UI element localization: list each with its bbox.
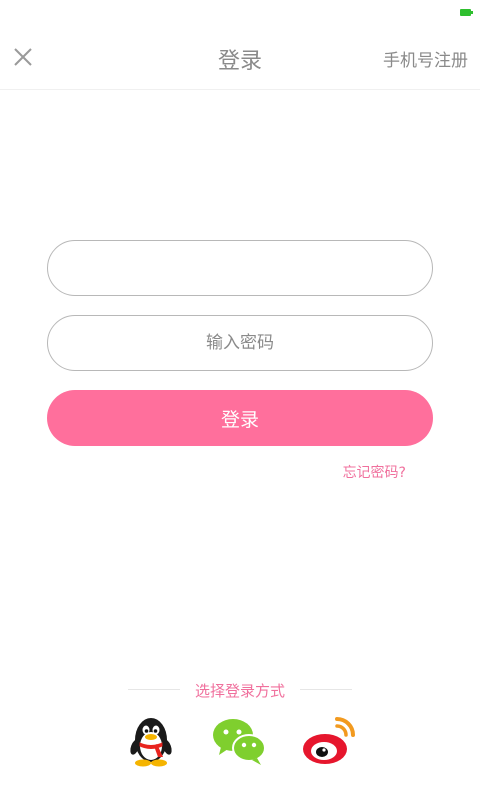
account-input[interactable] bbox=[48, 241, 432, 295]
login-button[interactable]: 登录 bbox=[47, 390, 433, 446]
qq-login-button[interactable] bbox=[123, 713, 179, 769]
qq-penguin-icon bbox=[130, 718, 172, 767]
social-login-label: 选择登录方式 bbox=[194, 682, 285, 700]
phone-register-link[interactable]: 手机号注册 bbox=[383, 46, 468, 71]
weibo-login-button[interactable] bbox=[301, 713, 357, 769]
status-bar bbox=[0, 0, 480, 26]
forgot-password-link[interactable]: 忘记密码? bbox=[343, 462, 406, 482]
divider-line-right bbox=[300, 689, 352, 690]
wechat-login-button[interactable] bbox=[211, 713, 267, 769]
weibo-icon bbox=[303, 717, 355, 764]
close-icon bbox=[14, 48, 32, 66]
header: 登录 手机号注册 bbox=[0, 26, 480, 90]
social-login-divider: 选择登录方式 bbox=[128, 680, 352, 700]
password-field-wrapper bbox=[47, 315, 433, 371]
battery-icon bbox=[460, 9, 473, 16]
close-button[interactable] bbox=[12, 46, 34, 68]
password-input[interactable] bbox=[48, 316, 432, 370]
account-field-wrapper bbox=[47, 240, 433, 296]
wechat-icon bbox=[213, 719, 266, 765]
